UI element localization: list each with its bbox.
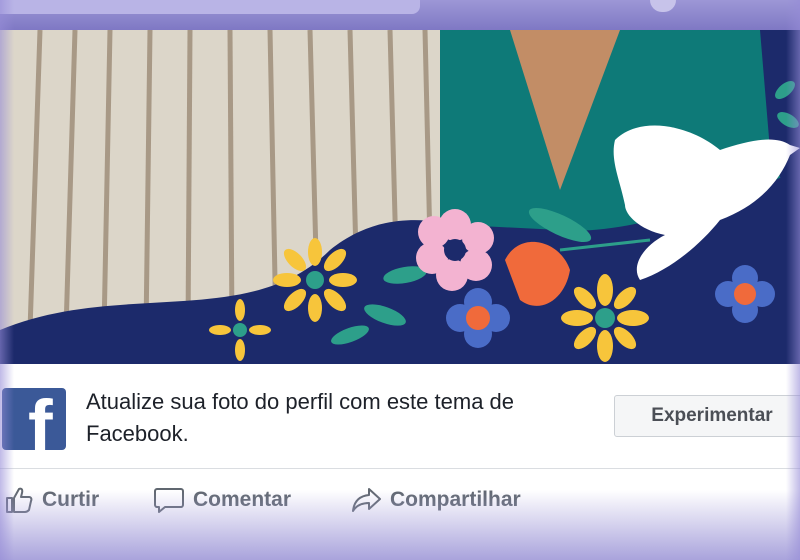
facebook-logo-icon: f [2,388,66,450]
promo-message: Atualize sua foto do perfil com este tem… [86,389,515,446]
post-actions: Curtir Comentar Compartilhar [0,469,800,529]
profile-frame-promo: f Atualize sua foto do perfil com este t… [0,364,800,469]
facebook-logo-letter: f [28,388,53,451]
comment-icon [154,488,184,513]
thumbs-up-icon [6,487,33,513]
comment-button[interactable]: Comentar [153,485,291,515]
like-button[interactable]: Curtir [4,485,99,515]
try-button[interactable]: Experimentar [614,395,800,437]
frame-illustration [0,30,800,364]
share-icon [352,488,381,512]
share-label: Compartilhar [390,488,521,511]
top-bar-highlight [0,0,420,14]
yellow-flower-1 [273,238,357,322]
post-card: f Atualize sua foto do perfil com este t… [0,30,800,560]
top-bar [0,0,800,30]
profile-frame-preview[interactable] [0,30,800,364]
share-button[interactable]: Compartilhar [350,485,521,515]
comment-label: Comentar [193,488,292,511]
top-bar-avatar-edge [650,0,676,12]
like-label: Curtir [42,488,100,511]
